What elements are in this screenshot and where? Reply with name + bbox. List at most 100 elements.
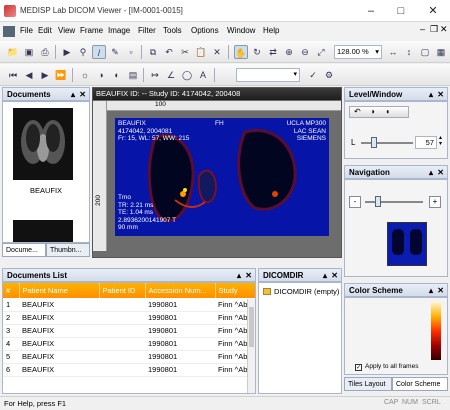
close-icon[interactable]: ✕	[331, 269, 338, 281]
fit-width-icon[interactable]: ↔	[386, 45, 400, 59]
reset-icon[interactable]: ↶	[354, 107, 361, 116]
close-icon[interactable]: ✕	[437, 88, 444, 100]
table-row[interactable]: 2 BEAUFIX 1990801 Finn ^Ab	[3, 311, 255, 325]
maximize-button[interactable]: □	[390, 2, 412, 20]
filter-select[interactable]: ▾	[236, 68, 300, 82]
menu-help[interactable]: Help	[263, 26, 279, 35]
cut-icon[interactable]: ✂	[178, 45, 192, 59]
zoom-out-icon[interactable]: ⊖	[298, 45, 312, 59]
brightness-icon[interactable]: ☼	[78, 68, 92, 82]
minimize-button[interactable]: –	[360, 2, 382, 20]
measure-icon[interactable]: ↦	[148, 68, 162, 82]
color-scale-bar[interactable]	[431, 302, 441, 360]
delete-icon[interactable]: ✕	[210, 45, 224, 59]
menu-window[interactable]: Window	[227, 26, 255, 35]
table-row[interactable]: 4 BEAUFIX 1990801 Finn ^Ab	[3, 337, 255, 351]
pin-icon[interactable]: ▴	[429, 88, 433, 100]
paste-icon[interactable]: 📋	[194, 45, 208, 59]
zoom-in-icon[interactable]: ⊕	[282, 45, 296, 59]
nav-zoom-out-button[interactable]: -	[349, 196, 361, 208]
close-icon[interactable]: ✕	[437, 166, 444, 178]
pin-icon[interactable]: ▴	[429, 166, 433, 178]
menu-filter[interactable]: Filter	[138, 26, 156, 35]
angle-icon[interactable]: ∠	[164, 68, 178, 82]
pan-hand-icon[interactable]: ✋	[234, 45, 248, 59]
roi-icon[interactable]: ◯	[180, 68, 194, 82]
close-button[interactable]: ✕	[422, 2, 444, 20]
tab-thumbnails[interactable]: Thumbn...	[46, 243, 90, 257]
level-slider-thumb[interactable]	[371, 137, 377, 148]
histogram-icon[interactable]: ▤	[126, 68, 140, 82]
thumbnail-image[interactable]	[13, 108, 73, 180]
fit-icon[interactable]: ⤢	[314, 45, 328, 59]
mdi-close-button[interactable]: ✕	[440, 24, 448, 35]
open-folder-icon[interactable]: 📁	[6, 45, 20, 59]
text-annotation-icon[interactable]: A	[196, 68, 210, 82]
settings-icon[interactable]: ⚙	[322, 68, 336, 82]
eraser-icon[interactable]: ▫	[124, 45, 138, 59]
thumbnail-image-2[interactable]	[13, 220, 73, 242]
invert-icon[interactable]: ◐	[386, 107, 391, 116]
apply-filter-icon[interactable]: ✓	[306, 68, 320, 82]
dicomdir-root-item[interactable]: DICOMDIR (empty)	[274, 287, 339, 296]
column-header[interactable]: Study	[215, 283, 255, 298]
dicom-image[interactable]: BEAUFIX 4174042, 2004081 Fr: 15, WL: 57,…	[115, 118, 329, 236]
level-slider-track[interactable]	[361, 142, 413, 144]
preset-icon[interactable]: ◑	[370, 107, 375, 116]
navigation-preview[interactable]	[387, 222, 427, 266]
zoom-select[interactable]: 128.00 % ▾	[334, 45, 382, 59]
mdi-minimize-button[interactable]: –	[420, 24, 425, 34]
column-header[interactable]: Patient Name	[19, 283, 100, 298]
table-row[interactable]: 1 BEAUFIX 1990801 Finn ^Ab	[3, 298, 255, 312]
tab-documents[interactable]: Docume...	[2, 243, 46, 257]
contrast-icon[interactable]: ◑	[94, 68, 108, 82]
menu-file[interactable]: File	[20, 26, 33, 35]
pin-icon[interactable]: ▴	[429, 284, 433, 296]
scrollbar-thumb[interactable]	[249, 307, 254, 347]
nav-zoom-in-button[interactable]: +	[429, 196, 441, 208]
next-frame-icon[interactable]: ⏩	[54, 68, 68, 82]
column-header[interactable]: Patient ID	[99, 283, 146, 298]
select-icon[interactable]: ▶	[60, 45, 74, 59]
pencil-icon[interactable]: ✎	[108, 45, 122, 59]
level-value-field[interactable]: 57	[415, 136, 437, 149]
menu-view[interactable]: View	[58, 26, 75, 35]
table-row[interactable]: 5 BEAUFIX 1990801 Finn ^Ab	[3, 350, 255, 364]
print-icon[interactable]: ⎙	[38, 45, 52, 59]
pin-icon[interactable]: ▴	[323, 269, 327, 281]
rotate-icon[interactable]: ↻	[250, 45, 264, 59]
prev-frame-icon[interactable]: ◀	[22, 68, 36, 82]
doc-menu-icon[interactable]	[3, 26, 15, 37]
table-row[interactable]: 6 BEAUFIX 1990801 Finn ^Ab	[3, 363, 255, 377]
apply-all-checkbox[interactable]: ✓	[355, 364, 362, 371]
mdi-restore-button[interactable]: ❐	[430, 24, 438, 35]
menu-frame[interactable]: Frame	[80, 26, 103, 35]
magnify-icon[interactable]: ⚲	[76, 45, 90, 59]
spin-arrows-icon[interactable]: ▴ ▾	[439, 135, 442, 147]
nav-slider-track[interactable]	[365, 201, 423, 203]
close-icon[interactable]: ✕	[79, 88, 86, 100]
tab-color-scheme[interactable]: Color Scheme	[392, 377, 448, 391]
tab-tiles-layout[interactable]: Tiles Layout	[344, 377, 392, 391]
menu-options[interactable]: Options	[191, 26, 219, 35]
grid-icon[interactable]: ▦	[434, 45, 448, 59]
flip-icon[interactable]: ⇄	[266, 45, 280, 59]
table-row[interactable]: 3 BEAUFIX 1990801 Finn ^Ab	[3, 324, 255, 338]
pin-icon[interactable]: ▴	[237, 269, 241, 281]
close-icon[interactable]: ✕	[245, 269, 252, 281]
fit-height-icon[interactable]: ↕	[402, 45, 416, 59]
menu-tools[interactable]: Tools	[163, 26, 182, 35]
save-icon[interactable]: ▣	[22, 45, 36, 59]
nav-slider-thumb[interactable]	[375, 196, 381, 207]
vertical-scrollbar[interactable]	[247, 299, 255, 393]
menu-image[interactable]: Image	[108, 26, 130, 35]
column-header[interactable]: #	[3, 283, 20, 298]
undo-icon[interactable]: ↶	[162, 45, 176, 59]
invert-icon[interactable]: ◐	[110, 68, 124, 82]
pin-icon[interactable]: ▴	[71, 88, 75, 100]
menu-edit[interactable]: Edit	[38, 26, 52, 35]
first-frame-icon[interactable]: ⏮	[6, 68, 20, 82]
actual-size-icon[interactable]: ▢	[418, 45, 432, 59]
line-tool-icon[interactable]: /	[92, 45, 106, 59]
copy-icon[interactable]: ⧉	[146, 45, 160, 59]
